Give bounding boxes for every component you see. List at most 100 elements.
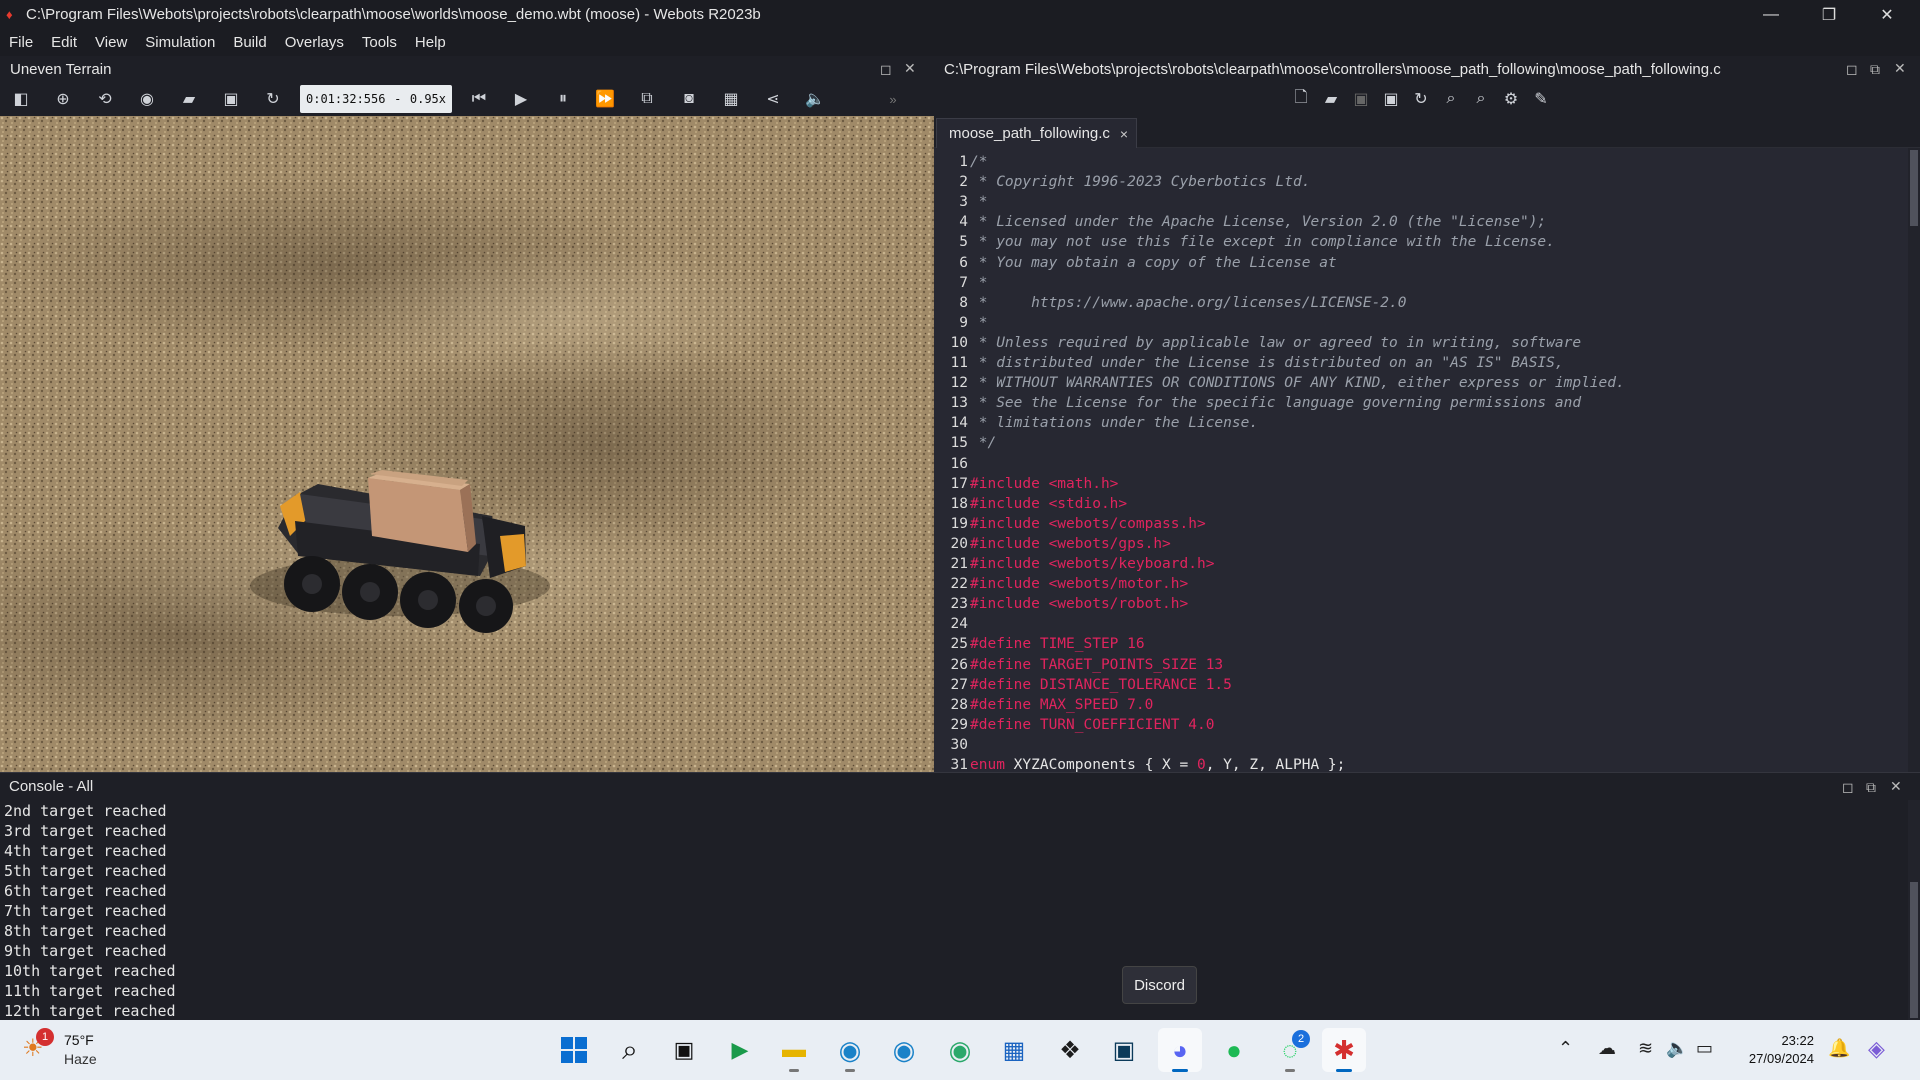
save-all-icon[interactable]: ▣ (1376, 84, 1406, 114)
sound-volume-icon[interactable]: 🔈 (794, 84, 836, 114)
start-button[interactable] (552, 1028, 596, 1072)
menu-tools[interactable]: Tools (352, 34, 405, 51)
scrollbar-thumb[interactable] (1910, 882, 1918, 1018)
close-panel-icon[interactable]: ✕ (904, 60, 916, 77)
play-icon[interactable]: ▶ (500, 84, 542, 114)
code-line[interactable]: 7 * (934, 273, 1908, 293)
minimize-button[interactable]: — (1742, 0, 1800, 29)
save-world-icon[interactable]: ▣ (210, 84, 252, 114)
code-line[interactable]: 30 (934, 735, 1908, 755)
code-line[interactable]: 5 * you may not use this file except in … (934, 232, 1908, 252)
editor-scrollbar[interactable] (1908, 148, 1920, 772)
replace-icon[interactable]: ⌕ (1466, 84, 1496, 114)
code-line[interactable]: 29 #define TURN_COEFFICIENT 4.0 (934, 715, 1908, 735)
edge-beta-icon[interactable]: ◉ (882, 1028, 926, 1072)
open-world-icon[interactable]: ▰ (168, 84, 210, 114)
menu-edit[interactable]: Edit (41, 34, 85, 51)
code-line[interactable]: 12 * WITHOUT WARRANTIES OR CONDITIONS OF… (934, 373, 1908, 393)
webots-taskbar-icon[interactable]: ✱ (1322, 1028, 1366, 1072)
record-movie-icon[interactable]: ▦ (710, 84, 752, 114)
onedrive-cloud-icon[interactable]: ☁ (1598, 1038, 1616, 1059)
undock-icon[interactable]: ◻ (1846, 61, 1858, 78)
3d-view[interactable] (0, 116, 934, 772)
edge-dev-icon[interactable]: ◉ (938, 1028, 982, 1072)
scrollbar-thumb[interactable] (1910, 150, 1918, 226)
save-file-icon[interactable]: ▣ (1346, 84, 1376, 114)
microsoft-store-icon[interactable]: ▦ (992, 1028, 1036, 1072)
revert-icon[interactable]: ↻ (1406, 84, 1436, 114)
menu-view[interactable]: View (85, 34, 135, 51)
dropbox-icon[interactable]: ❖ (1048, 1028, 1092, 1072)
toolbar-overflow-icon[interactable]: » (872, 84, 914, 114)
volume-icon[interactable]: 🔈 (1666, 1038, 1688, 1059)
code-line[interactable]: 2 * Copyright 1996-2023 Cyberbotics Ltd. (934, 172, 1908, 192)
code-line[interactable]: 20 #include <webots/gps.h> (934, 534, 1908, 554)
whatsapp-icon[interactable]: ◌ 2 (1268, 1028, 1312, 1072)
copilot-icon[interactable]: ◈ (1868, 1036, 1885, 1062)
code-line[interactable]: 17 #include <math.h> (934, 474, 1908, 494)
undock-icon[interactable]: ◻ (1842, 779, 1854, 796)
code-line[interactable]: 15 */ (934, 433, 1908, 453)
close-panel-icon[interactable]: ✕ (1894, 60, 1906, 77)
code-line[interactable]: 16 (934, 454, 1908, 474)
code-editor[interactable]: 1/* 2 * Copyright 1996-2023 Cyberbotics L… (934, 148, 1908, 772)
code-line[interactable]: 18 #include <stdio.h> (934, 494, 1908, 514)
weather-widget[interactable]: ☀ 1 75°F Haze (22, 1028, 122, 1072)
find-icon[interactable]: ⌕ (1436, 84, 1466, 114)
reload-world-icon[interactable]: ↻ (252, 84, 294, 114)
rendering-toggle-icon[interactable]: ⧉ (626, 84, 668, 114)
console-output[interactable]: 2nd target reached 3rd target reached 4th … (0, 800, 1908, 1020)
clean-brush-icon[interactable]: ✎ (1526, 84, 1556, 114)
scene-tree-toggle-icon[interactable]: ◧ (0, 84, 42, 114)
maximize-button[interactable]: ❐ (1800, 0, 1858, 29)
code-line[interactable]: 28 #define MAX_SPEED 7.0 (934, 695, 1908, 715)
open-file-icon[interactable]: ▰ (1316, 84, 1346, 114)
code-line[interactable]: 25 #define TIME_STEP 16 (934, 634, 1908, 654)
pause-icon[interactable]: ⏸ (542, 84, 584, 114)
menu-simulation[interactable]: Simulation (135, 34, 223, 51)
notification-bell-icon[interactable]: 🔔 (1828, 1038, 1850, 1059)
console-scrollbar[interactable] (1908, 800, 1920, 1020)
maximize-panel-icon[interactable]: ⧉ (1870, 61, 1880, 78)
add-node-icon[interactable]: ⊕ (42, 84, 84, 114)
code-line[interactable]: 1/* (934, 152, 1908, 172)
wifi-icon[interactable]: ≋ (1638, 1038, 1653, 1059)
close-window-button[interactable]: ✕ (1858, 0, 1916, 29)
edge-icon[interactable]: ◉ (828, 1028, 872, 1072)
search-icon[interactable]: ⌕ (608, 1028, 652, 1072)
task-view-icon[interactable]: ▣ (662, 1028, 706, 1072)
terminal-app-icon[interactable]: ▣ (1102, 1028, 1146, 1072)
screenshot-camera-icon[interactable]: ◙ (668, 84, 710, 114)
code-line[interactable]: 21 #include <webots/keyboard.h> (934, 554, 1908, 574)
close-panel-icon[interactable]: ✕ (1890, 778, 1902, 795)
new-file-icon[interactable]: 🗋 (1286, 84, 1316, 114)
code-line[interactable]: 9 * (934, 313, 1908, 333)
battery-icon[interactable]: ▭ (1696, 1038, 1713, 1059)
code-line[interactable]: 13 * See the License for the specific la… (934, 393, 1908, 413)
code-line[interactable]: 31 enum XYZAComponents { X = 0, Y, Z, ALP… (934, 755, 1908, 772)
maximize-panel-icon[interactable]: ⧉ (1866, 779, 1876, 796)
code-line[interactable]: 8 * https://www.apache.org/licenses/LICE… (934, 293, 1908, 313)
code-line[interactable]: 4 * Licensed under the Apache License, V… (934, 212, 1908, 232)
code-line[interactable]: 23 #include <webots/robot.h> (934, 594, 1908, 614)
follow-object-icon[interactable]: ⟲ (84, 84, 126, 114)
code-line[interactable]: 27 #define DISTANCE_TOLERANCE 1.5 (934, 675, 1908, 695)
close-tab-icon[interactable]: × (1120, 126, 1128, 142)
share-icon[interactable]: ⋖ (752, 84, 794, 114)
code-line[interactable]: 10 * Unless required by applicable law o… (934, 333, 1908, 353)
spotify-icon[interactable]: ● (1212, 1028, 1256, 1072)
view-eye-icon[interactable]: ◉ (126, 84, 168, 114)
code-line[interactable]: 24 (934, 614, 1908, 634)
tab-moose-path-following[interactable]: moose_path_following.c × (936, 118, 1137, 148)
reset-simulation-icon[interactable]: ⏮ (458, 84, 500, 114)
code-line[interactable]: 19 #include <webots/compass.h> (934, 514, 1908, 534)
code-line[interactable]: 11 * distributed under the License is di… (934, 353, 1908, 373)
menu-file[interactable]: File (0, 34, 41, 51)
show-hidden-icons-chevron-icon[interactable]: ⌃ (1558, 1038, 1573, 1059)
system-clock[interactable]: 23:22 27/09/2024 (1734, 1032, 1814, 1068)
google-play-games-icon[interactable]: ▶ (718, 1028, 762, 1072)
file-explorer-icon[interactable]: ▬ (772, 1028, 816, 1072)
undock-icon[interactable]: ◻ (880, 61, 892, 78)
discord-icon[interactable]: ◕ (1158, 1028, 1202, 1072)
build-gear-icon[interactable]: ⚙ (1496, 84, 1526, 114)
